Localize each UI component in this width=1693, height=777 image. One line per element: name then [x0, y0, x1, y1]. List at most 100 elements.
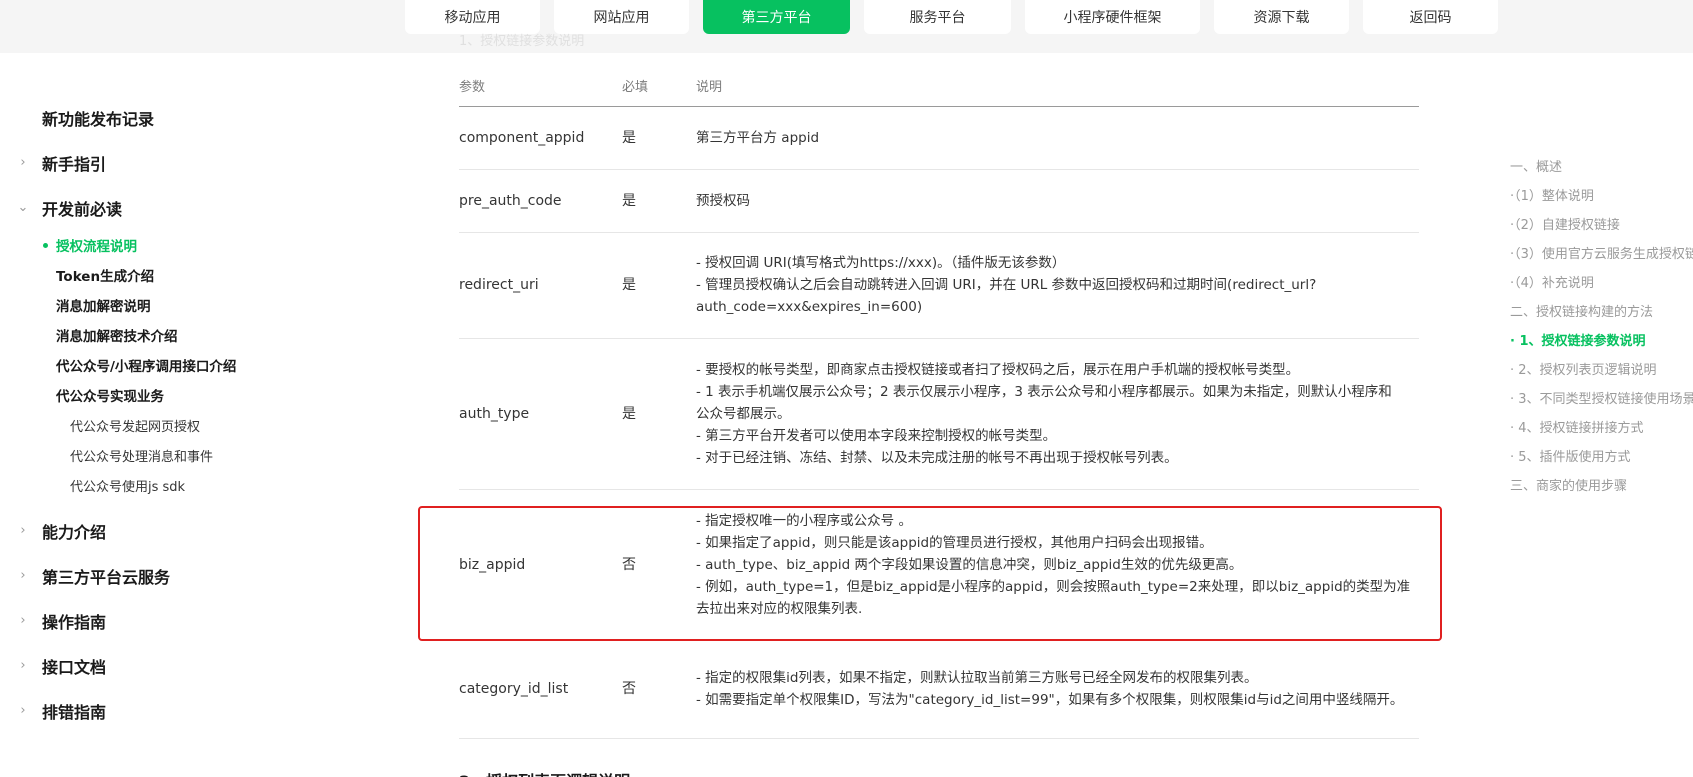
- table-row: redirect_uri 是 - 授权回调 URI(填写格式为https://xxx…: [459, 232, 1419, 339]
- param-name: auth_type: [459, 338, 622, 490]
- param-name: pre_auth_code: [459, 169, 622, 233]
- sidebar-item-capability[interactable]: › 能力介绍: [0, 508, 320, 553]
- sidebar-item-label: 代公众号处理消息和事件: [70, 449, 214, 465]
- desc-line: 第三方平台方 appid: [696, 129, 820, 146]
- nav-tab[interactable]: 返回码: [1363, 0, 1498, 34]
- desc-line: auth_code=xxx&expires_in=600): [696, 299, 923, 315]
- desc-line: - 例如，auth_type=1，但是biz_appid是小程序的appid，则…: [696, 578, 1411, 595]
- sidebar-item-msg-crypto-tech[interactable]: 消息加解密技术介绍: [0, 320, 320, 350]
- toc-item[interactable]: · 3、不同类型授权链接使用场景: [1510, 383, 1693, 412]
- table-of-contents: 一、概述 ·（1）整体说明 ·（2）自建授权链接 ·（3）使用官方云服务生成授权链接 ·…: [1510, 151, 1693, 499]
- chevron-right-icon: ›: [20, 523, 26, 538]
- desc-line: - 如需要指定单个权限集ID，写法为"category_id_list=99"，…: [696, 692, 1404, 708]
- nav-tab[interactable]: 移动应用: [405, 0, 540, 34]
- sidebar-item-label: 代公众号使用js sdk: [70, 479, 186, 495]
- param-required: 否: [622, 640, 696, 739]
- table-row: category_id_list 否 - 指定的权限集id列表，如果不指定，则默认拉…: [459, 640, 1419, 739]
- toc-item[interactable]: 三、商家的使用步骤: [1510, 470, 1693, 499]
- table-row: biz_appid 否 - 指定授权唯一的小程序或公众号 。 - 如果指定了appid…: [459, 489, 1419, 641]
- sidebar-item-release-notes[interactable]: 新功能发布记录: [0, 95, 320, 140]
- sidebar-item-auth-flow[interactable]: 授权流程说明: [0, 230, 320, 260]
- toc-item[interactable]: ·（4）补充说明: [1510, 267, 1693, 296]
- chevron-right-icon: ›: [20, 703, 26, 718]
- param-desc: - 指定的权限集id列表，如果不指定，则默认拉取当前第三方账号已经全网发布的权限…: [696, 640, 1419, 739]
- param-name: biz_appid: [459, 489, 622, 641]
- sidebar-item-label: 操作指南: [42, 612, 107, 632]
- toc-item[interactable]: · 4、授权链接拼接方式: [1510, 412, 1693, 441]
- desc-line: - 授权回调 URI(填写格式为https://xxx)。（插件版无该参数）: [696, 255, 1066, 271]
- toc-item[interactable]: · 5、插件版使用方式: [1510, 441, 1693, 470]
- table-header-row: 参数 必填 说明: [459, 66, 1419, 107]
- active-dot-icon: [43, 243, 48, 248]
- param-required: 是: [622, 232, 696, 339]
- sidebar-item-proxy-jssdk[interactable]: 代公众号使用js sdk: [0, 470, 320, 500]
- desc-line: - 对于已经注销、冻结、封禁、以及未完成注册的帐号不再出现于授权帐号列表。: [696, 449, 1178, 466]
- sidebar-item-label: 能力介绍: [42, 522, 107, 542]
- desc-line: - 1 表示手机端仅展示公众号；2 表示仅展示小程序，3 表示公众号和小程序都展…: [696, 383, 1392, 400]
- nav-tab[interactable]: 第三方平台: [703, 0, 850, 34]
- sidebar-item-label: 代公众号实现业务: [56, 389, 164, 405]
- toc-item[interactable]: ·（2）自建授权链接: [1510, 209, 1693, 238]
- desc-line: 预授权码: [696, 192, 750, 209]
- sidebar-item-before-dev[interactable]: ⌄ 开发前必读: [0, 185, 320, 230]
- chevron-down-icon: ⌄: [17, 200, 29, 215]
- sidebar-item-proxy-msg-events[interactable]: 代公众号处理消息和事件: [0, 440, 320, 470]
- desc-line: - 如果指定了appid，则只能是该appid的管理员进行授权，其他用户扫码会出…: [696, 534, 1213, 551]
- sidebar-item-label: 代公众号/小程序调用接口介绍: [56, 359, 237, 375]
- param-desc: 第三方平台方 appid: [696, 106, 1419, 170]
- param-required: 否: [622, 489, 696, 641]
- desc-line: 公众号都展示。: [696, 405, 791, 422]
- toc-item[interactable]: · 2、授权列表页逻辑说明: [1510, 354, 1693, 383]
- param-required: 是: [622, 106, 696, 170]
- param-desc: - 授权回调 URI(填写格式为https://xxx)。（插件版无该参数） - …: [696, 232, 1419, 339]
- nav-tab[interactable]: 资源下载: [1214, 0, 1349, 34]
- nav-tab[interactable]: 服务平台: [864, 0, 1011, 34]
- param-name: redirect_uri: [459, 232, 622, 339]
- sidebar-item-token-intro[interactable]: Token生成介绍: [0, 260, 320, 290]
- param-desc: - 要授权的帐号类型，即商家点击授权链接或者扫了授权码之后，展示在用户手机端的授…: [696, 338, 1419, 490]
- sidebar-item-label: 接口文档: [42, 657, 107, 677]
- chevron-right-icon: ›: [20, 155, 26, 170]
- sidebar-item-label: 消息加解密技术介绍: [56, 329, 178, 345]
- toc-item[interactable]: 一、概述: [1510, 151, 1693, 180]
- toc-item[interactable]: · 1、授权链接参数说明: [1510, 325, 1693, 354]
- param-desc: - 指定授权唯一的小程序或公众号 。 - 如果指定了appid，则只能是该appi…: [696, 489, 1419, 641]
- nav-tab[interactable]: 小程序硬件框架: [1025, 0, 1200, 34]
- chevron-right-icon: ›: [20, 568, 26, 583]
- sidebar-item-api-docs[interactable]: › 接口文档: [0, 643, 320, 688]
- sidebar-item-proxy-business[interactable]: 代公众号实现业务: [0, 380, 320, 410]
- sidebar-item-proxy-api[interactable]: 代公众号/小程序调用接口介绍: [0, 350, 320, 380]
- sidebar-item-label: 授权流程说明: [56, 239, 137, 255]
- desc-line: - 管理员授权确认之后会自动跳转进入回调 URI，并在 URL 参数中返回授权码…: [696, 277, 1317, 293]
- chevron-right-icon: ›: [20, 613, 26, 628]
- sidebar-item-beginner-guide[interactable]: › 新手指引: [0, 140, 320, 185]
- header-param: 参数: [459, 66, 622, 107]
- nav-tab[interactable]: 网站应用: [554, 0, 689, 34]
- toc-item[interactable]: ·（3）使用官方云服务生成授权链接: [1510, 238, 1693, 267]
- section-heading-faded: 1、授权链接参数说明: [459, 34, 585, 49]
- sidebar-item-msg-crypto[interactable]: 消息加解密说明: [0, 290, 320, 320]
- desc-line: - 要授权的帐号类型，即商家点击授权链接或者扫了授权码之后，展示在用户手机端的授…: [696, 361, 1300, 378]
- sidebar-item-troubleshoot[interactable]: › 排错指南: [0, 688, 320, 733]
- header-required: 必填: [622, 66, 696, 107]
- param-desc: 预授权码: [696, 169, 1419, 233]
- sidebar-item-proxy-web-auth[interactable]: 代公众号发起网页授权: [0, 410, 320, 440]
- sidebar-item-cloud-service[interactable]: › 第三方平台云服务: [0, 553, 320, 598]
- desc-line: - 指定的权限集id列表，如果不指定，则默认拉取当前第三方账号已经全网发布的权限…: [696, 670, 1258, 686]
- chevron-right-icon: ›: [20, 658, 26, 673]
- section-heading: 2、授权列表页逻辑说明: [459, 768, 630, 777]
- sidebar-item-operation-guide[interactable]: › 操作指南: [0, 598, 320, 643]
- toc-item[interactable]: 二、授权链接构建的方法: [1510, 296, 1693, 325]
- sidebar-item-label: 第三方平台云服务: [42, 567, 171, 587]
- desc-line: - 指定授权唯一的小程序或公众号 。: [696, 512, 912, 529]
- sidebar-item-label: 消息加解密说明: [56, 299, 151, 315]
- main-content: 参数 必填 说明 component_appid 是第三方平台方 appid pre…: [459, 66, 1419, 739]
- table-row: component_appid 是第三方平台方 appid: [459, 106, 1419, 170]
- sidebar-item-label: Token生成介绍: [56, 269, 155, 285]
- product-nav: 移动应用 网站应用 第三方平台 服务平台 小程序硬件框架 资源下载 返回码: [405, 0, 1512, 34]
- toc-item[interactable]: ·（1）整体说明: [1510, 180, 1693, 209]
- param-name: component_appid: [459, 106, 622, 170]
- desc-line: - auth_type、biz_appid 两个字段如果设置的信息冲突，则biz…: [696, 556, 1243, 573]
- desc-line: - 第三方平台开发者可以使用本字段来控制授权的帐号类型。: [696, 427, 1057, 444]
- header-desc: 说明: [696, 66, 1419, 107]
